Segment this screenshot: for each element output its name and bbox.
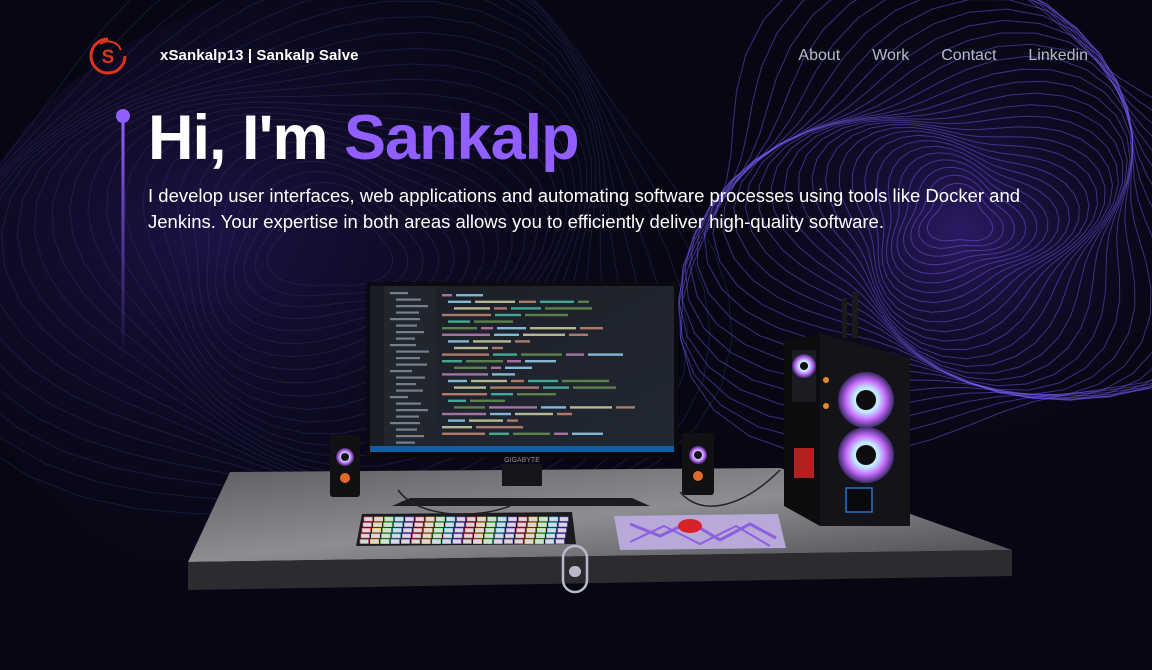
right-speaker — [682, 433, 714, 495]
scroll-indicator-icon[interactable] — [561, 544, 589, 594]
mousepad — [614, 514, 786, 550]
hero-accent-line — [116, 109, 130, 358]
left-speaker — [330, 435, 360, 497]
hero-title: Hi, I'm Sankalp — [148, 102, 580, 174]
brand-name[interactable]: xSankalp13 | Sankalp Salve — [160, 47, 359, 64]
nav-link-about[interactable]: About — [798, 47, 840, 65]
pc-case — [784, 292, 910, 526]
nav-menu: About Work Contact Linkedin — [798, 47, 1088, 65]
hero-name: Sankalp — [344, 103, 580, 173]
hero-greeting: Hi, I'm — [148, 103, 345, 173]
keyboard — [356, 512, 576, 546]
nav-link-contact[interactable]: Contact — [941, 47, 996, 65]
monitor-brand-label: GIGABYTE — [504, 457, 540, 464]
nav-link-work[interactable]: Work — [872, 47, 909, 65]
navbar: S xSankalp13 | Sankalp Salve About Work … — [0, 0, 1152, 110]
computer-desk-scene[interactable]: GIGABYTE — [180, 280, 1020, 600]
nav-link-linkedin[interactable]: Linkedin — [1028, 47, 1088, 65]
logo-letter: S — [102, 47, 115, 68]
logo-icon[interactable]: S — [88, 36, 128, 76]
hero-description: I develop user interfaces, web applicati… — [148, 185, 1021, 232]
mouse — [678, 519, 702, 533]
